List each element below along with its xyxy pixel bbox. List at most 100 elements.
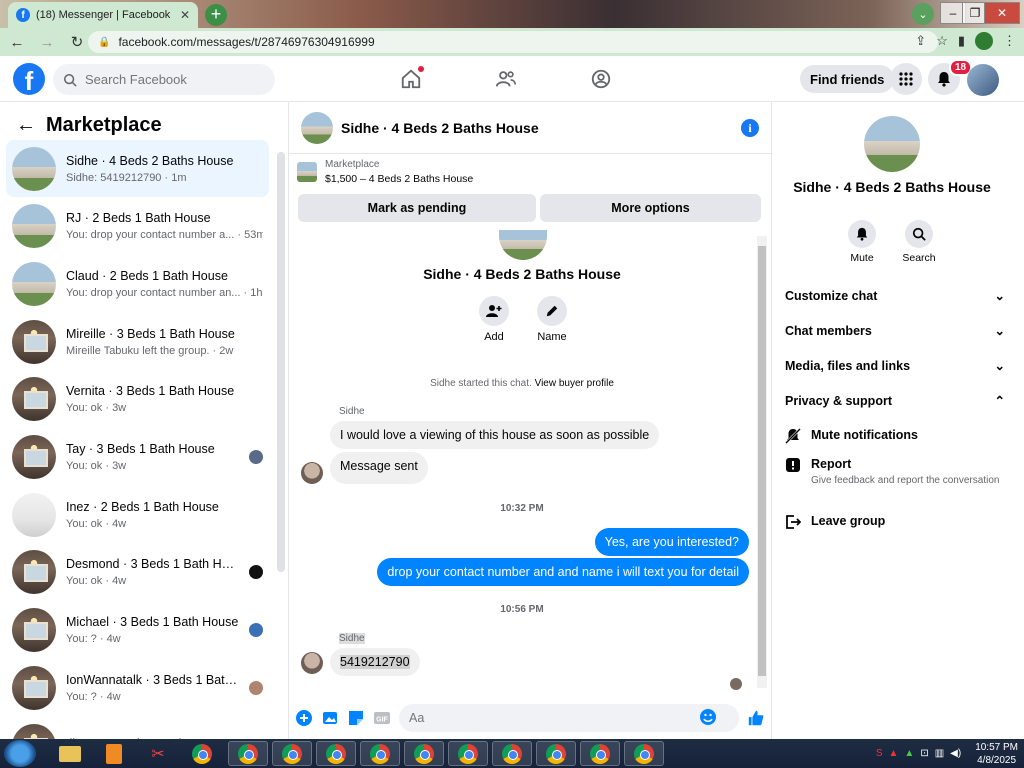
close-window-button[interactable]: ✕ — [984, 2, 1020, 24]
chat-members-section[interactable]: Chat members ⌄ — [785, 323, 1005, 339]
message-input-box[interactable] — [399, 704, 739, 732]
chrome-icon[interactable] — [182, 741, 222, 766]
tray-app-icon[interactable]: ▲ — [889, 748, 899, 759]
tray-app-icon[interactable]: ▲ — [904, 748, 914, 759]
sender-avatar[interactable] — [301, 652, 323, 674]
details-avatar[interactable] — [864, 116, 920, 172]
snipping-tool-icon[interactable]: ✂ — [138, 741, 178, 766]
menu-kebab-icon[interactable]: ⋮ — [1003, 33, 1016, 49]
photo-icon[interactable] — [321, 709, 339, 727]
tab-search-icon[interactable]: ⌄ — [912, 3, 934, 25]
seen-indicator-avatar — [730, 678, 742, 690]
volume-icon[interactable]: ◀) — [950, 748, 961, 759]
clock[interactable]: 10:57 PM 4/8/2025 — [975, 741, 1018, 767]
home-nav[interactable] — [398, 66, 424, 92]
chrome-window-icon[interactable] — [448, 741, 488, 766]
network-icon[interactable]: ▥ — [935, 748, 944, 759]
report-item[interactable]: Report Give feedback and report the conv… — [785, 457, 1005, 487]
start-button[interactable] — [4, 740, 36, 767]
reload-icon[interactable]: ↻ — [68, 33, 86, 51]
chrome-window-icon[interactable] — [228, 741, 268, 766]
new-tab-button[interactable]: + — [205, 4, 227, 26]
back-arrow-icon[interactable]: ← — [8, 34, 26, 51]
chrome-window-icon[interactable] — [404, 741, 444, 766]
mute-button[interactable] — [848, 220, 876, 248]
chrome-window-icon[interactable] — [580, 741, 620, 766]
browser-tab[interactable]: f (18) Messenger | Facebook ✕ — [8, 2, 198, 28]
forward-arrow-icon[interactable]: → — [38, 34, 56, 51]
bookmark-star-icon[interactable]: ☆ — [936, 33, 948, 49]
tray-app-icon[interactable]: S — [876, 748, 883, 759]
mark-as-pending-button[interactable]: Mark as pending — [298, 194, 536, 222]
profile-icon[interactable] — [975, 32, 993, 50]
privacy-support-section[interactable]: Privacy & support ⌃ — [785, 393, 1005, 409]
tab-close-icon[interactable]: ✕ — [180, 8, 190, 22]
chrome-window-icon[interactable] — [536, 741, 576, 766]
conversation-preview: You: ok · 3w — [66, 460, 127, 472]
find-friends-button[interactable]: Find friends — [800, 65, 895, 93]
view-buyer-profile-link[interactable]: View buyer profile — [535, 378, 614, 389]
edit-name-button[interactable] — [537, 296, 567, 326]
chat-scrollbar[interactable] — [757, 236, 767, 688]
message-bubble[interactable]: 5419212790 — [330, 648, 420, 676]
message-bubble-outgoing[interactable]: drop your contact number and and name i … — [377, 558, 749, 586]
tray-expand-icon[interactable]: ⊡ — [920, 748, 928, 759]
chrome-window-icon[interactable] — [624, 741, 664, 766]
leave-group-item[interactable]: Leave group — [785, 514, 1005, 530]
friends-nav[interactable] — [493, 66, 519, 92]
search-input[interactable] — [85, 72, 255, 87]
thumbs-up-icon[interactable] — [747, 709, 765, 727]
conversation-item[interactable]: Vernita · 3 Beds 1 Bath House You: ok · 3… — [6, 371, 269, 428]
facebook-search[interactable] — [53, 64, 275, 95]
listing-price[interactable]: $1,500 – 4 Beds 2 Baths House — [325, 173, 473, 185]
listing-thumbnail[interactable] — [297, 162, 317, 182]
chrome-window-icon[interactable] — [492, 741, 532, 766]
more-options-button[interactable]: More options — [540, 194, 761, 222]
gif-icon[interactable]: GIF — [373, 709, 391, 727]
chrome-window-icon[interactable] — [360, 741, 400, 766]
conversation-item[interactable]: Michael · 3 Beds 1 Bath House You: ? · 4w — [6, 602, 269, 659]
menu-button[interactable] — [890, 63, 922, 95]
conversation-thumbnail — [12, 204, 56, 249]
conversation-item[interactable]: Mireille · 3 Beds 1 Bath House Mireille T… — [6, 313, 269, 370]
sticker-icon[interactable] — [347, 709, 365, 727]
media-player-icon[interactable] — [94, 741, 134, 766]
message-input[interactable] — [409, 711, 699, 725]
info-icon[interactable]: i — [741, 118, 759, 137]
share-icon[interactable]: ⇪ — [915, 33, 926, 49]
conversation-item[interactable]: Inez · 2 Beds 1 Bath House You: ok · 4w — [6, 486, 269, 543]
chat-avatar[interactable] — [301, 111, 333, 144]
sender-avatar[interactable] — [301, 462, 323, 484]
emoji-icon[interactable] — [699, 708, 717, 729]
conversation-item[interactable]: Sidhe · 4 Beds 2 Baths House Sidhe: 54192… — [6, 140, 269, 197]
message-bubble[interactable]: I would love a viewing of this house as … — [330, 421, 660, 449]
add-people-button[interactable] — [479, 296, 509, 326]
chrome-window-icon[interactable] — [272, 741, 312, 766]
back-arrow-icon[interactable]: ← — [16, 114, 36, 137]
groups-nav[interactable] — [588, 66, 614, 92]
chrome-window-icon[interactable] — [316, 741, 356, 766]
search-in-chat-button[interactable] — [905, 220, 933, 248]
conversation-item[interactable]: Desmond · 3 Beds 1 Bath Hou... You: ok · … — [6, 544, 269, 601]
media-files-links-section[interactable]: Media, files and links ⌄ — [785, 358, 1005, 374]
message-bubble[interactable]: Message sent — [330, 452, 428, 484]
sidepanel-icon[interactable]: ▮ — [958, 33, 965, 49]
conversation-item[interactable]: RJ · 2 Beds 1 Bath House You: drop your c… — [6, 198, 269, 255]
conversation-item[interactable]: Iliana · 3 Beds 1 Bath House — [6, 717, 269, 739]
conversation-name: Inez · 2 Beds 1 Bath House — [66, 499, 219, 514]
account-avatar[interactable] — [967, 64, 999, 96]
chat-title[interactable]: Sidhe · 4 Beds 2 Baths House — [341, 120, 733, 136]
conversation-item[interactable]: Claud · 2 Beds 1 Bath House You: drop you… — [6, 255, 269, 312]
conversation-item[interactable]: Tay · 3 Beds 1 Bath House You: ok · 3w — [6, 429, 269, 486]
address-bar[interactable]: 🔒 facebook.com/messages/t/28746976304916… — [88, 31, 938, 53]
message-bubble-outgoing[interactable]: Yes, are you interested? — [594, 528, 749, 556]
file-explorer-icon[interactable] — [50, 741, 90, 766]
customize-chat-section[interactable]: Customize chat ⌄ — [785, 288, 1005, 304]
item-label: Leave group — [811, 514, 886, 528]
conversation-item[interactable]: IonWannatalk · 3 Beds 1 Bath ... You: ? ·… — [6, 659, 269, 716]
mute-notifications-item[interactable]: Mute notifications — [785, 428, 1005, 444]
facebook-logo-icon[interactable]: f — [13, 63, 45, 95]
chat-scrollbar-thumb[interactable] — [758, 246, 766, 676]
list-scrollbar[interactable] — [277, 152, 285, 572]
plus-circle-icon[interactable] — [295, 709, 313, 727]
